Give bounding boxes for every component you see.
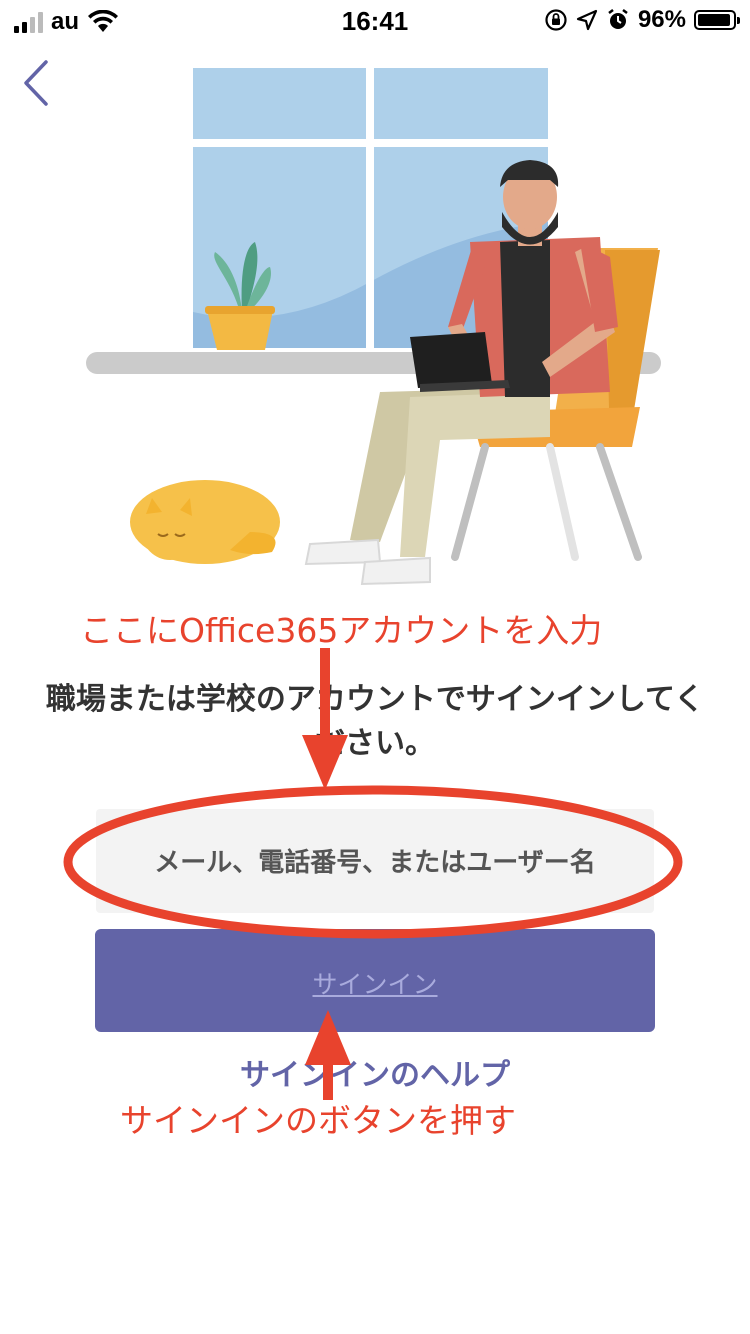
annotation-enter-account: ここにOffice365アカウントを入力	[80, 611, 603, 650]
status-right: 96%	[544, 6, 740, 34]
signin-help-link[interactable]: サインインのヘルプ	[0, 1050, 750, 1094]
alarm-icon	[608, 9, 628, 29]
email-placeholder: メール、電話番号、またはユーザー名	[154, 848, 596, 878]
back-button[interactable]	[14, 56, 60, 112]
location-icon	[576, 9, 598, 31]
signin-button-label: サインイン	[312, 970, 438, 999]
status-bar: au 16:41 96%	[0, 0, 750, 40]
signin-heading: 職場または学校のアカウントでサインインしてください。	[45, 682, 705, 761]
cat-illustration	[130, 480, 280, 564]
battery-icon	[694, 10, 740, 30]
chevron-left-icon	[24, 60, 48, 106]
email-field[interactable]: メール、電話番号、またはユーザー名	[96, 809, 654, 913]
signin-button[interactable]: サインイン	[95, 929, 655, 1032]
annotation-press-signin: サインインのボタンを押す	[120, 1101, 516, 1140]
hero-illustration	[86, 68, 661, 586]
orientation-lock-icon	[545, 9, 567, 31]
battery-percent: 96%	[637, 6, 686, 33]
